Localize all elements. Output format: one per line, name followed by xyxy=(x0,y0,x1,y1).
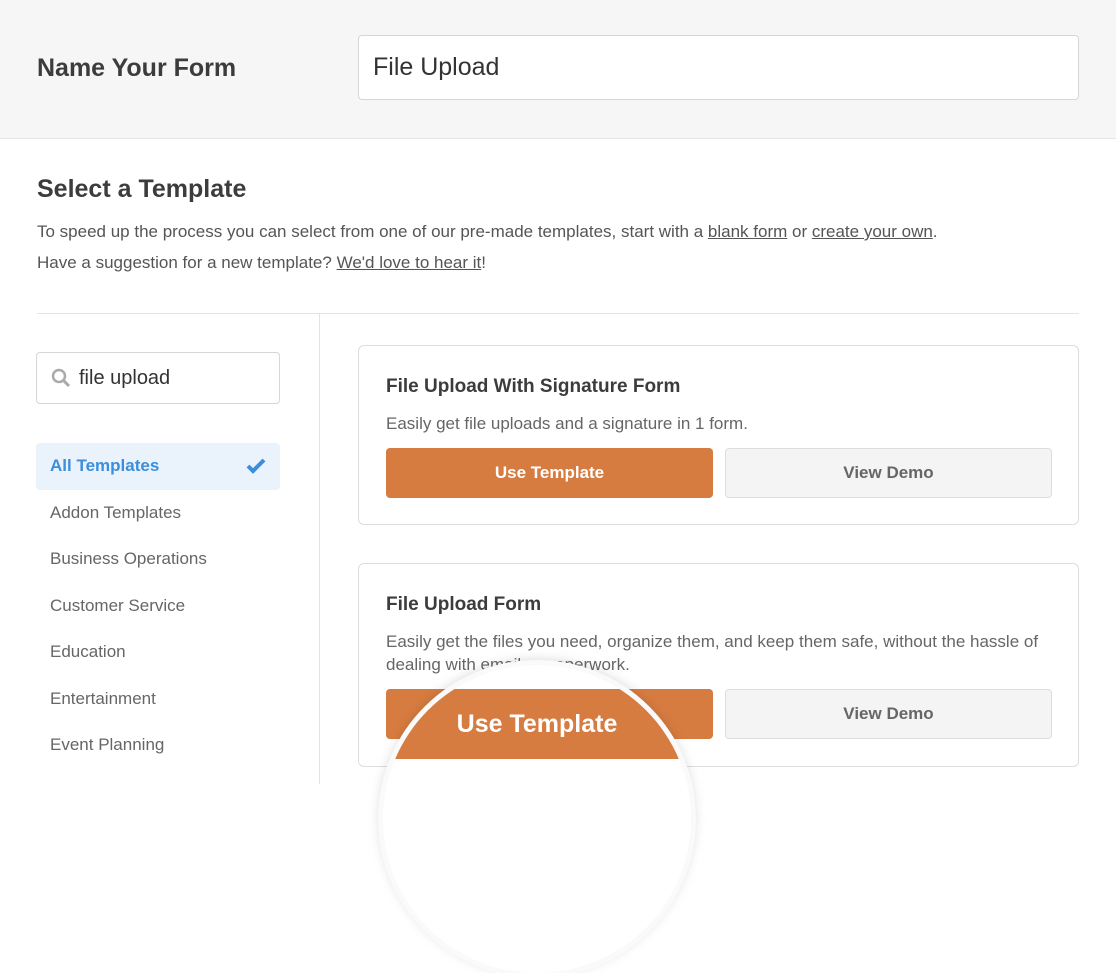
create-own-link[interactable]: create your own xyxy=(812,222,933,241)
template-search[interactable] xyxy=(36,352,280,404)
checkmark-icon xyxy=(246,458,266,475)
form-name-label: Name Your Form xyxy=(37,54,237,82)
category-all-templates[interactable]: All Templates xyxy=(36,443,280,490)
category-label: All Templates xyxy=(50,456,160,476)
use-template-button-label[interactable]: Use Template xyxy=(457,710,618,739)
intro-line1: To speed up the process you can select f… xyxy=(37,222,708,241)
category-customer-service[interactable]: Customer Service xyxy=(36,583,280,630)
period: . xyxy=(932,222,938,241)
category-entertainment[interactable]: Entertainment xyxy=(36,676,280,723)
category-list: All Templates Addon Templates Business O… xyxy=(36,443,280,769)
divider xyxy=(37,313,1079,314)
intro-text: To speed up the process you can select f… xyxy=(37,216,938,278)
category-addon-templates[interactable]: Addon Templates xyxy=(36,490,280,537)
template-card: File Upload With Signature Form Easily g… xyxy=(358,345,1079,525)
select-template-title: Select a Template xyxy=(37,175,247,203)
sidebar-divider xyxy=(319,314,320,784)
template-title: File Upload With Signature Form xyxy=(386,376,681,397)
use-template-button[interactable]: Use Template xyxy=(386,448,713,498)
excl: ! xyxy=(481,253,486,272)
search-input[interactable] xyxy=(79,366,259,390)
view-demo-button[interactable]: View Demo xyxy=(725,689,1052,739)
blank-form-link[interactable]: blank form xyxy=(708,222,787,241)
category-business-operations[interactable]: Business Operations xyxy=(36,536,280,583)
template-title: File Upload Form xyxy=(386,594,542,615)
magnified-use-template-button[interactable]: Use Template xyxy=(383,689,691,759)
or-text: or xyxy=(787,222,812,241)
template-description: Easily get file uploads and a signature … xyxy=(386,414,748,433)
template-description: Easily get the files you need, organize … xyxy=(386,632,1039,674)
category-education[interactable]: Education xyxy=(36,629,280,676)
intro-line2: Have a suggestion for a new template? xyxy=(37,253,337,272)
category-event-planning[interactable]: Event Planning xyxy=(36,722,280,769)
suggestion-link[interactable]: We'd love to hear it xyxy=(337,253,482,272)
form-name-input[interactable] xyxy=(358,35,1079,100)
magnifier-overlay: Use Template xyxy=(383,665,691,973)
form-name-header: Name Your Form xyxy=(0,0,1116,139)
view-demo-button[interactable]: View Demo xyxy=(725,448,1052,498)
search-icon xyxy=(51,368,71,388)
